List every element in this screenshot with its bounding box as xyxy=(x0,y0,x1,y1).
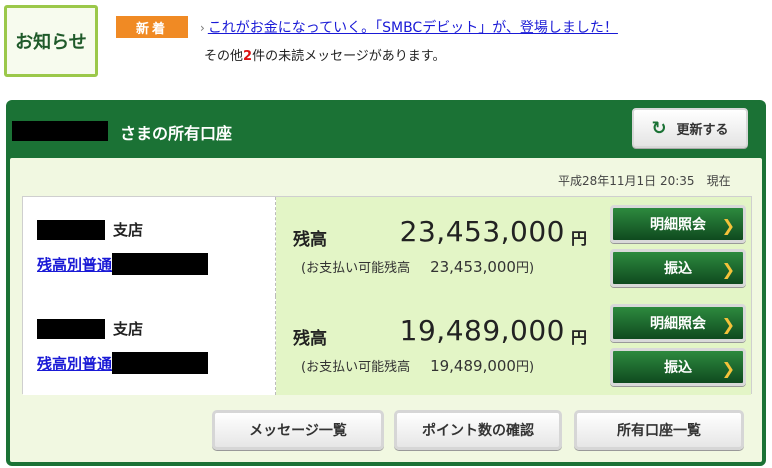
notice-link-row: › これがお金になっていく。「SMBCデビット」が、登場しました！ xyxy=(200,17,618,37)
account-link-line: 残高別普通 xyxy=(37,253,209,275)
refresh-button[interactable]: ↻ 更新する xyxy=(632,108,748,148)
balance-label: 残高 xyxy=(293,230,327,250)
branch-suffix: 支店 xyxy=(113,221,144,239)
branch-cell: 支店 残高別普通 xyxy=(23,296,275,395)
message-list-button[interactable]: メッセージ一覧 xyxy=(212,410,384,450)
statement-inquiry-button[interactable]: 明細照会 ❯ xyxy=(610,205,746,243)
redacted-account-number xyxy=(112,352,209,374)
notice-box[interactable]: お知らせ xyxy=(4,5,98,77)
balance-label: 残高 xyxy=(293,329,327,349)
timestamp: 平成28年11月1日 20:35 現在 xyxy=(558,174,731,188)
statement-inquiry-label: 明細照会 xyxy=(650,217,706,233)
statement-inquiry-button[interactable]: 明細照会 ❯ xyxy=(610,304,746,342)
unread-count: 2 xyxy=(243,49,253,64)
unread-message-line: その他2件の未読メッセージがあります。 xyxy=(204,45,446,64)
branch-name: 支店 xyxy=(37,318,143,339)
accounts-panel: さまの所有口座 ↻ 更新する 平成28年11月1日 20:35 現在 支店 残高… xyxy=(6,100,766,466)
account-row: 支店 残高別普通 残高 23,453,000 円 (お支払い可能残高 23,453… xyxy=(23,197,751,296)
refresh-icon: ↻ xyxy=(651,117,667,139)
branch-cell: 支店 残高別普通 xyxy=(23,197,275,296)
redacted-branch xyxy=(37,219,105,240)
transfer-label: 振込 xyxy=(664,261,692,277)
branch-name: 支店 xyxy=(37,219,143,240)
transfer-label: 振込 xyxy=(664,360,692,376)
available-unit: 円) xyxy=(515,261,535,276)
branch-suffix: 支店 xyxy=(113,320,144,338)
available-label: (お支払い可能残高 xyxy=(301,261,411,276)
notice-link[interactable]: これがお金になっていく。「SMBCデビット」が、登場しました！ xyxy=(208,20,618,36)
balance-amount: 19,489,000 xyxy=(399,314,565,347)
balance-unit: 円 xyxy=(571,229,588,248)
chevron-right-icon: › xyxy=(200,21,205,35)
available-unit: 円) xyxy=(515,360,535,375)
accounts-table: 支店 残高別普通 残高 23,453,000 円 (お支払い可能残高 23,453… xyxy=(22,196,752,395)
chevron-right-icon: ❯ xyxy=(721,216,735,235)
chevron-right-icon: ❯ xyxy=(721,359,735,378)
panel-title: さまの所有口座 xyxy=(120,124,233,143)
notice-box-label: お知らせ xyxy=(15,32,87,53)
redacted-branch xyxy=(37,318,105,339)
transfer-button[interactable]: 振込 ❯ xyxy=(610,348,746,386)
redacted-name xyxy=(12,121,108,141)
account-link[interactable]: 残高別普通 xyxy=(37,254,112,275)
refresh-label: 更新する xyxy=(676,122,729,138)
chevron-right-icon: ❯ xyxy=(721,315,735,334)
statement-inquiry-label: 明細照会 xyxy=(650,316,706,332)
owned-accounts-list-button[interactable]: 所有口座一覧 xyxy=(574,410,744,450)
available-balance: (お支払い可能残高 19,489,000円) xyxy=(301,356,534,375)
balance-amount: 23,453,000 xyxy=(399,215,565,248)
points-check-button[interactable]: ポイント数の確認 xyxy=(394,410,562,450)
transfer-button[interactable]: 振込 ❯ xyxy=(610,249,746,287)
available-amount: 23,453,000 xyxy=(430,258,516,276)
available-balance: (お支払い可能残高 23,453,000円) xyxy=(301,257,534,276)
chevron-right-icon: ❯ xyxy=(721,260,735,279)
balance-cell: 残高 19,489,000 円 (お支払い可能残高 19,489,000円) 明細… xyxy=(276,296,751,395)
account-link-line: 残高別普通 xyxy=(37,352,209,374)
available-amount: 19,489,000 xyxy=(430,357,516,375)
account-row: 支店 残高別普通 残高 19,489,000 円 (お支払い可能残高 19,489… xyxy=(23,296,751,395)
balance-unit: 円 xyxy=(571,328,588,347)
new-badge: 新着 xyxy=(116,16,188,38)
unread-prefix: その他 xyxy=(204,49,244,64)
available-label: (お支払い可能残高 xyxy=(301,360,411,375)
unread-suffix: 件の未読メッセージがあります。 xyxy=(252,49,446,64)
balance-cell: 残高 23,453,000 円 (お支払い可能残高 23,453,000円) 明細… xyxy=(276,197,751,296)
redacted-account-number xyxy=(112,253,209,275)
account-link[interactable]: 残高別普通 xyxy=(37,353,112,374)
